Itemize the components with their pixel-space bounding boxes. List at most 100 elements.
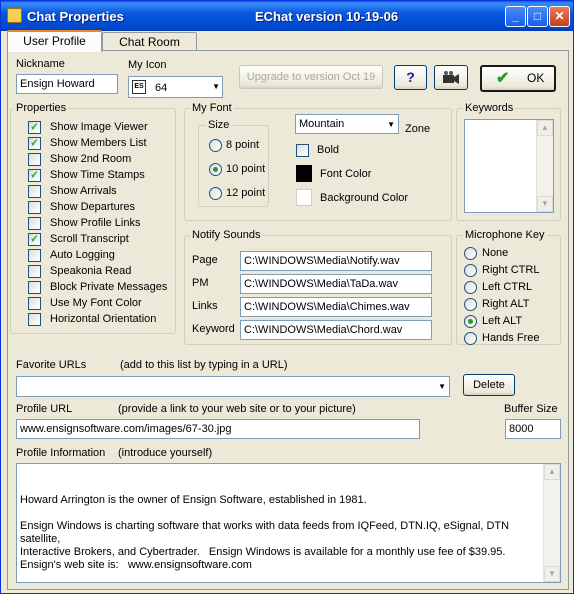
scroll-up-icon[interactable]: ▲: [544, 464, 560, 480]
property-label: Use My Font Color: [50, 297, 142, 309]
property-label: Show 2nd Room: [50, 153, 132, 165]
camera-button[interactable]: [434, 65, 468, 90]
profile-information-text[interactable]: Howard Arrington is the owner of Ensign …: [16, 463, 561, 583]
property-checkbox[interactable]: [28, 313, 41, 326]
property-checkbox[interactable]: ✓: [28, 233, 41, 246]
notify-sound-field[interactable]: C:\WINDOWS\Media\TaDa.wav: [240, 274, 432, 294]
background-color-swatch[interactable]: [296, 189, 312, 206]
ok-label: OK: [527, 71, 545, 85]
property-checkbox[interactable]: [28, 217, 41, 230]
app-icon: [7, 8, 22, 23]
scroll-up-icon[interactable]: ▲: [537, 120, 553, 136]
help-button[interactable]: ?: [394, 65, 427, 90]
keywords-scrollbar[interactable]: ▲ ▼: [536, 120, 553, 212]
close-icon[interactable]: ✕: [549, 6, 570, 27]
camera-icon: [443, 71, 459, 84]
property-label: Scroll Transcript: [50, 233, 129, 245]
property-label: Show Profile Links: [50, 217, 141, 229]
property-checkbox[interactable]: ✓: [28, 121, 41, 134]
property-checkbox[interactable]: [28, 297, 41, 310]
my-icon-select[interactable]: ES 64 ▼: [128, 76, 223, 98]
size-label: 10 point: [226, 163, 266, 175]
property-label: Horizontal Orientation: [50, 313, 157, 325]
font-select[interactable]: Mountain ▼: [295, 114, 399, 134]
size-radio[interactable]: [209, 163, 222, 176]
keywords-label: Keywords: [463, 102, 516, 114]
my-icon-label: My Icon: [128, 59, 167, 71]
chevron-down-icon[interactable]: ▼: [438, 380, 446, 394]
chevron-down-icon[interactable]: ▼: [387, 118, 395, 132]
profile-information-scrollbar[interactable]: ▲ ▼: [543, 464, 560, 582]
profile-url-label: Profile URL: [16, 403, 73, 415]
buffer-size-field[interactable]: 8000: [505, 419, 561, 439]
property-checkbox[interactable]: ✓: [28, 137, 41, 150]
favorite-urls-label: Favorite URLs: [16, 359, 87, 371]
tab-chat-room[interactable]: Chat Room: [102, 32, 197, 52]
size-label: Size: [206, 119, 232, 131]
property-checkbox[interactable]: [28, 185, 41, 198]
delete-button[interactable]: Delete: [463, 374, 515, 396]
microphone-key-label: Right CTRL: [482, 264, 540, 276]
my-font-label: My Font: [190, 102, 234, 114]
property-checkbox[interactable]: [28, 281, 41, 294]
microphone-key-label: None: [482, 247, 509, 259]
property-checkbox[interactable]: [28, 153, 41, 166]
microphone-key-label: Left ALT: [482, 315, 523, 327]
ok-button[interactable]: ✔ OK: [480, 65, 556, 92]
profile-information-hint: (introduce yourself): [118, 447, 213, 459]
ensign-badge-icon: ES: [132, 80, 146, 94]
version-label: EChat version 10-19-06: [255, 9, 399, 24]
microphone-key-radio[interactable]: [464, 315, 477, 328]
font-color-label[interactable]: Font Color: [320, 168, 371, 180]
microphone-key-radio[interactable]: [464, 298, 477, 311]
scroll-down-icon[interactable]: ▼: [544, 566, 560, 582]
property-label: Show Time Stamps: [50, 169, 145, 181]
maximize-icon[interactable]: □: [527, 6, 548, 27]
property-checkbox[interactable]: [28, 201, 41, 214]
bold-label: Bold: [317, 144, 340, 156]
property-checkbox[interactable]: [28, 249, 41, 262]
microphone-key-label: Microphone Key: [463, 229, 547, 241]
favorite-urls-hint: (add to this list by typing in a URL): [120, 359, 288, 371]
microphone-key-radio[interactable]: [464, 332, 477, 345]
background-color-label[interactable]: Background Color: [320, 192, 408, 204]
bold-checkbox[interactable]: [296, 144, 309, 157]
chevron-down-icon[interactable]: ▼: [212, 80, 220, 94]
nickname-field[interactable]: Ensign Howard: [16, 74, 118, 94]
microphone-key-label: Right ALT: [482, 298, 530, 310]
profile-information-body: Howard Arrington is the owner of Ensign …: [20, 494, 510, 571]
profile-information-label: Profile Information: [16, 447, 106, 459]
property-label: Show Arrivals: [50, 185, 117, 197]
tab-user-profile[interactable]: User Profile: [7, 30, 102, 52]
property-label: Block Private Messages: [50, 281, 168, 293]
title-bar[interactable]: Chat Properties EChat version 10-19-06 _…: [1, 1, 573, 31]
profile-url-field[interactable]: www.ensignsoftware.com/images/67-30.jpg: [16, 419, 420, 439]
keywords-list[interactable]: ▲ ▼: [464, 119, 554, 213]
microphone-key-radio[interactable]: [464, 247, 477, 260]
size-radio[interactable]: [209, 139, 222, 152]
property-label: Speakonia Read: [50, 265, 132, 277]
notify-sound-field[interactable]: C:\WINDOWS\Media\Chimes.wav: [240, 297, 432, 317]
font-color-swatch[interactable]: [296, 165, 312, 182]
user-profile-panel: Nickname Ensign Howard My Icon ES 64 ▼ U…: [7, 50, 569, 590]
my-icon-value: 64: [155, 82, 168, 94]
property-label: Show Departures: [50, 201, 135, 213]
notify-sound-field[interactable]: C:\WINDOWS\Media\Notify.wav: [240, 251, 432, 271]
favorite-urls-select[interactable]: ▼: [16, 376, 450, 397]
notify-sound-label: Page: [192, 254, 218, 266]
property-label: Show Members List: [50, 137, 147, 149]
size-radio[interactable]: [209, 187, 222, 200]
notify-sound-field[interactable]: C:\WINDOWS\Media\Chord.wav: [240, 320, 432, 340]
minimize-icon[interactable]: _: [505, 6, 526, 27]
upgrade-button[interactable]: Upgrade to version Oct 19: [239, 65, 383, 89]
property-checkbox[interactable]: [28, 265, 41, 278]
microphone-key-radio[interactable]: [464, 264, 477, 277]
property-checkbox[interactable]: ✓: [28, 169, 41, 182]
zone-label: Zone: [405, 123, 431, 135]
microphone-key-radio[interactable]: [464, 281, 477, 294]
nickname-label: Nickname: [16, 58, 65, 70]
microphone-key-label: Left CTRL: [482, 281, 533, 293]
scroll-down-icon[interactable]: ▼: [537, 196, 553, 212]
buffer-size-label: Buffer Size: [504, 403, 558, 415]
window-title: Chat Properties: [27, 9, 124, 24]
